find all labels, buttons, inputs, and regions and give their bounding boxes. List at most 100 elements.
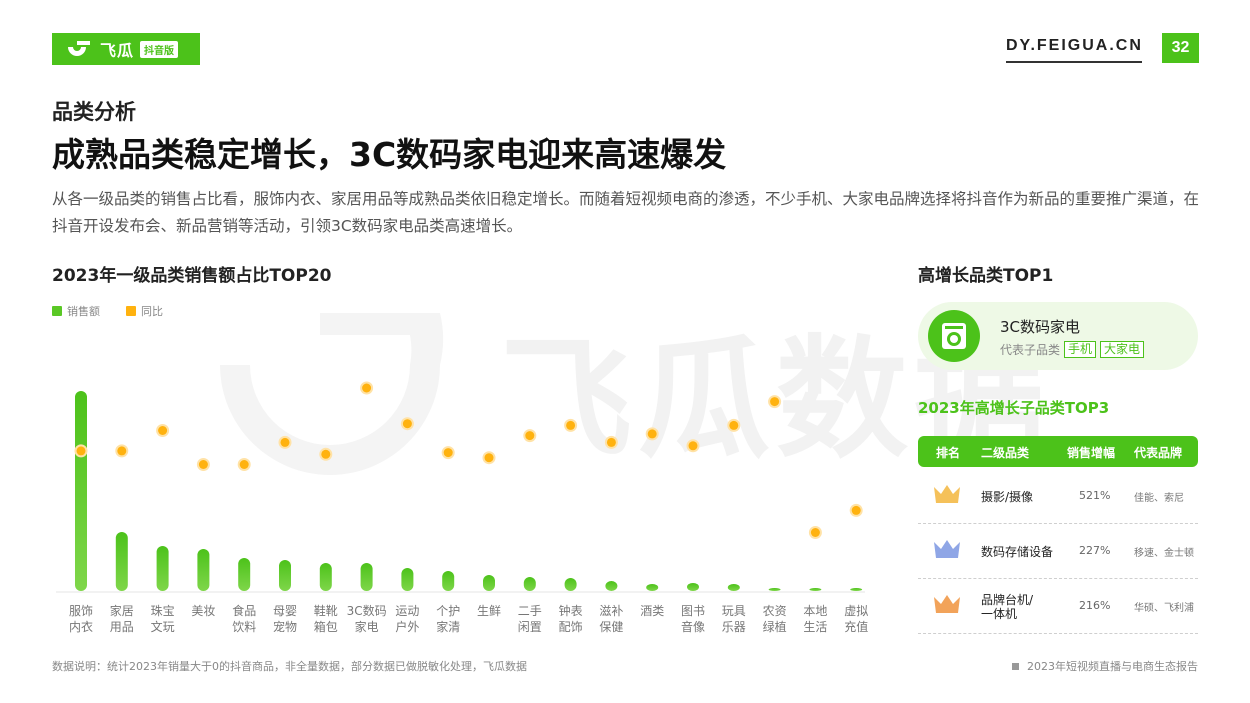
row-category: 数码存储设备 bbox=[981, 545, 1054, 559]
x-tick-label: 乐器 bbox=[722, 620, 746, 634]
x-tick-label: 内衣 bbox=[69, 619, 93, 634]
col-category: 二级品类 bbox=[981, 446, 1030, 460]
row-category: 品牌台机/ 一体机 bbox=[981, 593, 1034, 621]
feigua-logo-icon bbox=[68, 41, 90, 56]
point-yoy bbox=[810, 528, 820, 537]
point-yoy bbox=[566, 420, 576, 430]
x-tick-label: 闲置 bbox=[518, 620, 542, 634]
crown-bronze-icon bbox=[934, 595, 960, 613]
bar-sales bbox=[809, 588, 822, 591]
row-brands: 佳能、索尼 bbox=[1134, 493, 1184, 504]
logo-brand: 飞瓜 bbox=[100, 41, 135, 60]
x-tick-label: 饮料 bbox=[232, 620, 256, 634]
x-tick-label: 虚拟 bbox=[844, 604, 868, 618]
top1-representative: 代表子品类 手机 大家电 bbox=[1000, 341, 1145, 358]
row-growth: 216% bbox=[1079, 599, 1111, 612]
tag-appliance: 大家电 bbox=[1100, 341, 1145, 358]
page-title: 成熟品类稳定增长，3C数码家电迎来高速爆发 bbox=[52, 135, 727, 174]
bar-sales bbox=[687, 583, 699, 591]
point-yoy bbox=[647, 429, 657, 439]
x-tick-label: 3C数码 bbox=[347, 603, 387, 618]
bar-sales bbox=[768, 588, 781, 591]
table-row: 数码存储设备 227% 移速、金士顿 bbox=[918, 524, 1198, 579]
point-yoy bbox=[729, 420, 739, 430]
x-tick-label: 音像 bbox=[681, 619, 705, 634]
section-label: 品类分析 bbox=[52, 100, 136, 124]
col-growth: 销售增幅 bbox=[1067, 446, 1116, 460]
point-yoy bbox=[770, 397, 780, 407]
x-tick-label: 农资 bbox=[763, 604, 787, 618]
washing-machine-icon bbox=[928, 310, 980, 362]
feigua-logo[interactable]: 飞瓜 抖音版 bbox=[52, 33, 200, 65]
crown-silver-icon bbox=[934, 540, 960, 558]
point-yoy bbox=[851, 505, 861, 515]
bar-sales bbox=[401, 568, 414, 591]
description: 从各一级品类的销售占比看，服饰内衣、家居用品等成熟品类依旧稳定增长。而随着短视频… bbox=[52, 190, 1200, 235]
x-tick-label: 家清 bbox=[436, 619, 460, 634]
chart-title: 2023年一级品类销售额占比TOP20 bbox=[52, 266, 332, 286]
top1-title: 高增长品类TOP1 bbox=[918, 266, 1054, 286]
bar-sales bbox=[646, 584, 659, 591]
table-row: 摄影/摄像 521% 佳能、索尼 bbox=[918, 469, 1198, 524]
point-yoy bbox=[117, 446, 127, 456]
point-yoy bbox=[525, 431, 535, 441]
point-yoy bbox=[280, 437, 290, 447]
bar-sales bbox=[115, 532, 128, 591]
x-tick-label: 滋补 bbox=[599, 604, 623, 618]
bar-sales bbox=[197, 549, 210, 591]
x-tick-label: 家电 bbox=[355, 619, 379, 634]
x-tick-label: 绿植 bbox=[763, 619, 787, 634]
bar-sales bbox=[319, 563, 332, 591]
x-tick-label: 文玩 bbox=[151, 619, 175, 634]
point-yoy bbox=[443, 448, 453, 458]
x-tick-label: 户外 bbox=[395, 619, 419, 634]
crown-gold-icon bbox=[934, 485, 960, 503]
x-tick-label: 服饰 bbox=[69, 604, 93, 618]
x-tick-label: 个护 bbox=[436, 604, 460, 618]
bar-sales bbox=[605, 581, 618, 591]
x-tick-label: 配饰 bbox=[559, 620, 583, 634]
report-title-text: 2023年短视频直播与电商生态报告 bbox=[1027, 660, 1198, 673]
tag-phone: 手机 bbox=[1064, 341, 1097, 358]
col-rank: 排名 bbox=[936, 446, 961, 460]
bar-sales bbox=[564, 578, 577, 591]
bar-sales bbox=[238, 558, 251, 591]
x-tick-label: 宠物 bbox=[273, 619, 297, 634]
x-tick-label: 生活 bbox=[803, 620, 827, 634]
point-yoy bbox=[158, 426, 168, 435]
top1-rep-label: 代表子品类 bbox=[1000, 343, 1061, 357]
data-footnote: 数据说明：统计2023年销量大于0的抖音商品，非全量数据，部分数据已做脱敏化处理… bbox=[52, 660, 527, 673]
site-underline bbox=[1006, 61, 1142, 63]
x-tick-label: 保健 bbox=[599, 620, 623, 634]
point-yoy bbox=[606, 437, 616, 447]
x-tick-label: 钟表 bbox=[559, 603, 583, 618]
report-bullet bbox=[1012, 662, 1019, 670]
col-brands: 代表品牌 bbox=[1134, 446, 1183, 460]
bar-sales bbox=[850, 588, 863, 591]
row-growth: 227% bbox=[1079, 544, 1111, 557]
table-row: 品牌台机/ 一体机 216% 华硕、飞利浦 bbox=[918, 579, 1198, 634]
point-yoy bbox=[239, 460, 249, 469]
x-tick-label: 本地 bbox=[803, 604, 827, 618]
report-title: 2023年短视频直播与电商生态报告 bbox=[1012, 658, 1198, 674]
page-number: 32 bbox=[1162, 33, 1199, 63]
x-tick-label: 珠宝 bbox=[151, 604, 175, 618]
point-yoy bbox=[198, 460, 208, 469]
logo-sub: 抖音版 bbox=[140, 40, 179, 58]
bar-chart: 服饰内衣 家居用品 珠宝文玩 美妆 食品饮料 母婴宠物 鞋靴箱包 3C数码家电 运动户外 个护家清… bbox=[56, 381, 868, 634]
x-tick-label: 用品 bbox=[110, 620, 134, 634]
bar-sales bbox=[727, 584, 740, 591]
point-yoy bbox=[484, 453, 494, 463]
x-tick-label: 图书 bbox=[681, 604, 705, 618]
row-brands: 移速、金士顿 bbox=[1134, 548, 1194, 559]
x-tick-label: 运动 bbox=[395, 604, 419, 618]
bar-sales bbox=[75, 391, 87, 591]
point-yoy bbox=[402, 419, 412, 429]
site-url[interactable]: DY.FEIGUA.CN bbox=[1006, 37, 1143, 55]
x-tick-label: 鞋靴 bbox=[314, 603, 338, 618]
point-yoy bbox=[688, 441, 698, 451]
x-tick-label: 母婴 bbox=[273, 604, 297, 618]
bar-sales bbox=[442, 571, 455, 591]
x-tick-label: 酒类 bbox=[640, 604, 664, 618]
row-brands: 华硕、飞利浦 bbox=[1134, 603, 1194, 614]
